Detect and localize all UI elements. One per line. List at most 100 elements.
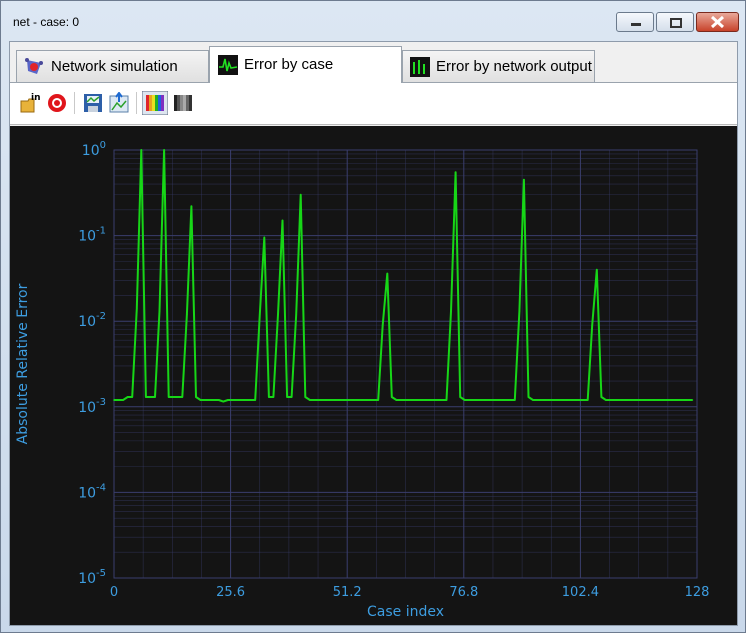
waveform-icon xyxy=(218,55,238,75)
data-point xyxy=(618,399,621,401)
data-point xyxy=(463,399,466,401)
x-tick-label: 102.4 xyxy=(562,585,599,600)
data-point xyxy=(473,399,475,401)
data-point xyxy=(363,399,366,401)
data-point xyxy=(632,399,634,401)
data-point xyxy=(354,399,357,401)
data-point xyxy=(286,396,288,398)
data-point xyxy=(637,399,639,401)
data-point xyxy=(504,399,507,401)
data-point xyxy=(377,399,380,401)
network-icon xyxy=(25,58,43,74)
data-point xyxy=(140,149,143,151)
y-tick-label: 10-2 xyxy=(78,311,106,330)
data-point xyxy=(404,399,407,401)
data-point xyxy=(340,399,343,401)
record-icon[interactable] xyxy=(46,92,68,114)
close-icon xyxy=(710,15,725,29)
data-point xyxy=(659,399,662,401)
data-point xyxy=(231,399,234,401)
export-image-icon[interactable] xyxy=(108,92,130,114)
minimize-button[interactable] xyxy=(616,12,654,32)
data-point xyxy=(204,399,206,401)
data-point xyxy=(495,399,498,401)
data-point xyxy=(299,194,302,196)
data-point xyxy=(441,399,443,401)
y-tick-label: 10-1 xyxy=(78,226,106,245)
data-point xyxy=(600,396,603,398)
data-point xyxy=(591,324,593,326)
data-point xyxy=(290,396,293,398)
data-point xyxy=(350,399,352,401)
data-point xyxy=(181,396,184,398)
data-point xyxy=(195,396,197,398)
data-point xyxy=(682,399,685,401)
data-point xyxy=(381,324,384,326)
data-point xyxy=(136,307,138,310)
minimize-icon xyxy=(631,23,641,26)
bars-icon xyxy=(410,57,430,77)
data-point xyxy=(627,399,630,401)
data-point xyxy=(564,399,566,401)
data-point xyxy=(486,399,489,401)
data-point xyxy=(158,310,161,313)
data-point xyxy=(491,399,493,401)
tab-network-simulation[interactable]: Network simulation xyxy=(16,50,209,82)
data-point xyxy=(454,171,457,173)
toolbar-separator xyxy=(136,92,137,114)
close-button[interactable] xyxy=(696,12,739,32)
open-in-icon[interactable]: in xyxy=(20,92,42,114)
title-bar[interactable]: net - case: 0 xyxy=(1,1,745,41)
y-tick-label: 10-4 xyxy=(78,482,106,501)
data-point xyxy=(623,399,625,401)
data-point xyxy=(167,396,170,398)
data-point xyxy=(272,396,275,398)
data-point xyxy=(514,399,516,401)
save-image-icon[interactable] xyxy=(82,92,104,114)
data-point xyxy=(304,396,307,398)
data-point xyxy=(500,399,502,401)
maximize-icon xyxy=(670,18,682,28)
data-point xyxy=(163,149,165,151)
data-point xyxy=(413,399,416,401)
data-point xyxy=(536,399,539,401)
data-point xyxy=(222,400,225,403)
data-point xyxy=(145,396,147,398)
x-tick-label: 128 xyxy=(685,585,710,600)
y-tick-label: 100 xyxy=(82,140,106,159)
data-point xyxy=(477,399,480,401)
data-point xyxy=(208,399,211,401)
tab-error-by-case[interactable]: Error by case xyxy=(209,46,402,83)
data-point xyxy=(691,399,694,401)
data-point xyxy=(609,399,612,401)
x-axis-label: Case index xyxy=(367,604,444,620)
data-point xyxy=(345,399,348,401)
data-point xyxy=(131,396,133,398)
x-tick-label: 51.2 xyxy=(333,585,362,600)
data-point xyxy=(450,310,452,313)
data-point xyxy=(254,399,256,401)
data-point xyxy=(555,399,557,401)
color-palette-icon[interactable] xyxy=(142,91,168,115)
data-point xyxy=(149,396,152,398)
data-point xyxy=(550,399,553,401)
data-point xyxy=(577,399,580,401)
data-point xyxy=(186,313,188,316)
chart-svg: 100 10-1 10-2 10-3 10-4 10-5 0 25.6 51.2 76.8 102.… xyxy=(15,140,710,620)
data-point xyxy=(641,399,644,401)
data-point xyxy=(154,396,156,398)
tab-error-by-network-output[interactable]: Error by network output xyxy=(402,50,595,82)
data-point xyxy=(281,219,284,222)
x-tick-label: 25.6 xyxy=(216,585,245,600)
data-point xyxy=(117,399,120,401)
data-point xyxy=(322,399,325,401)
window-title: net - case: 0 xyxy=(13,15,80,29)
data-point xyxy=(190,205,193,208)
error-chart[interactable]: 100 10-1 10-2 10-3 10-4 10-5 0 25.6 51.2 76.8 102.… xyxy=(10,126,737,625)
data-point xyxy=(468,399,471,401)
data-point xyxy=(605,399,607,401)
y-axis-label: Absolute Relative Error xyxy=(15,283,31,444)
svg-text:in: in xyxy=(31,93,41,103)
maximize-button[interactable] xyxy=(656,12,694,32)
grayscale-palette-icon[interactable] xyxy=(172,92,194,114)
